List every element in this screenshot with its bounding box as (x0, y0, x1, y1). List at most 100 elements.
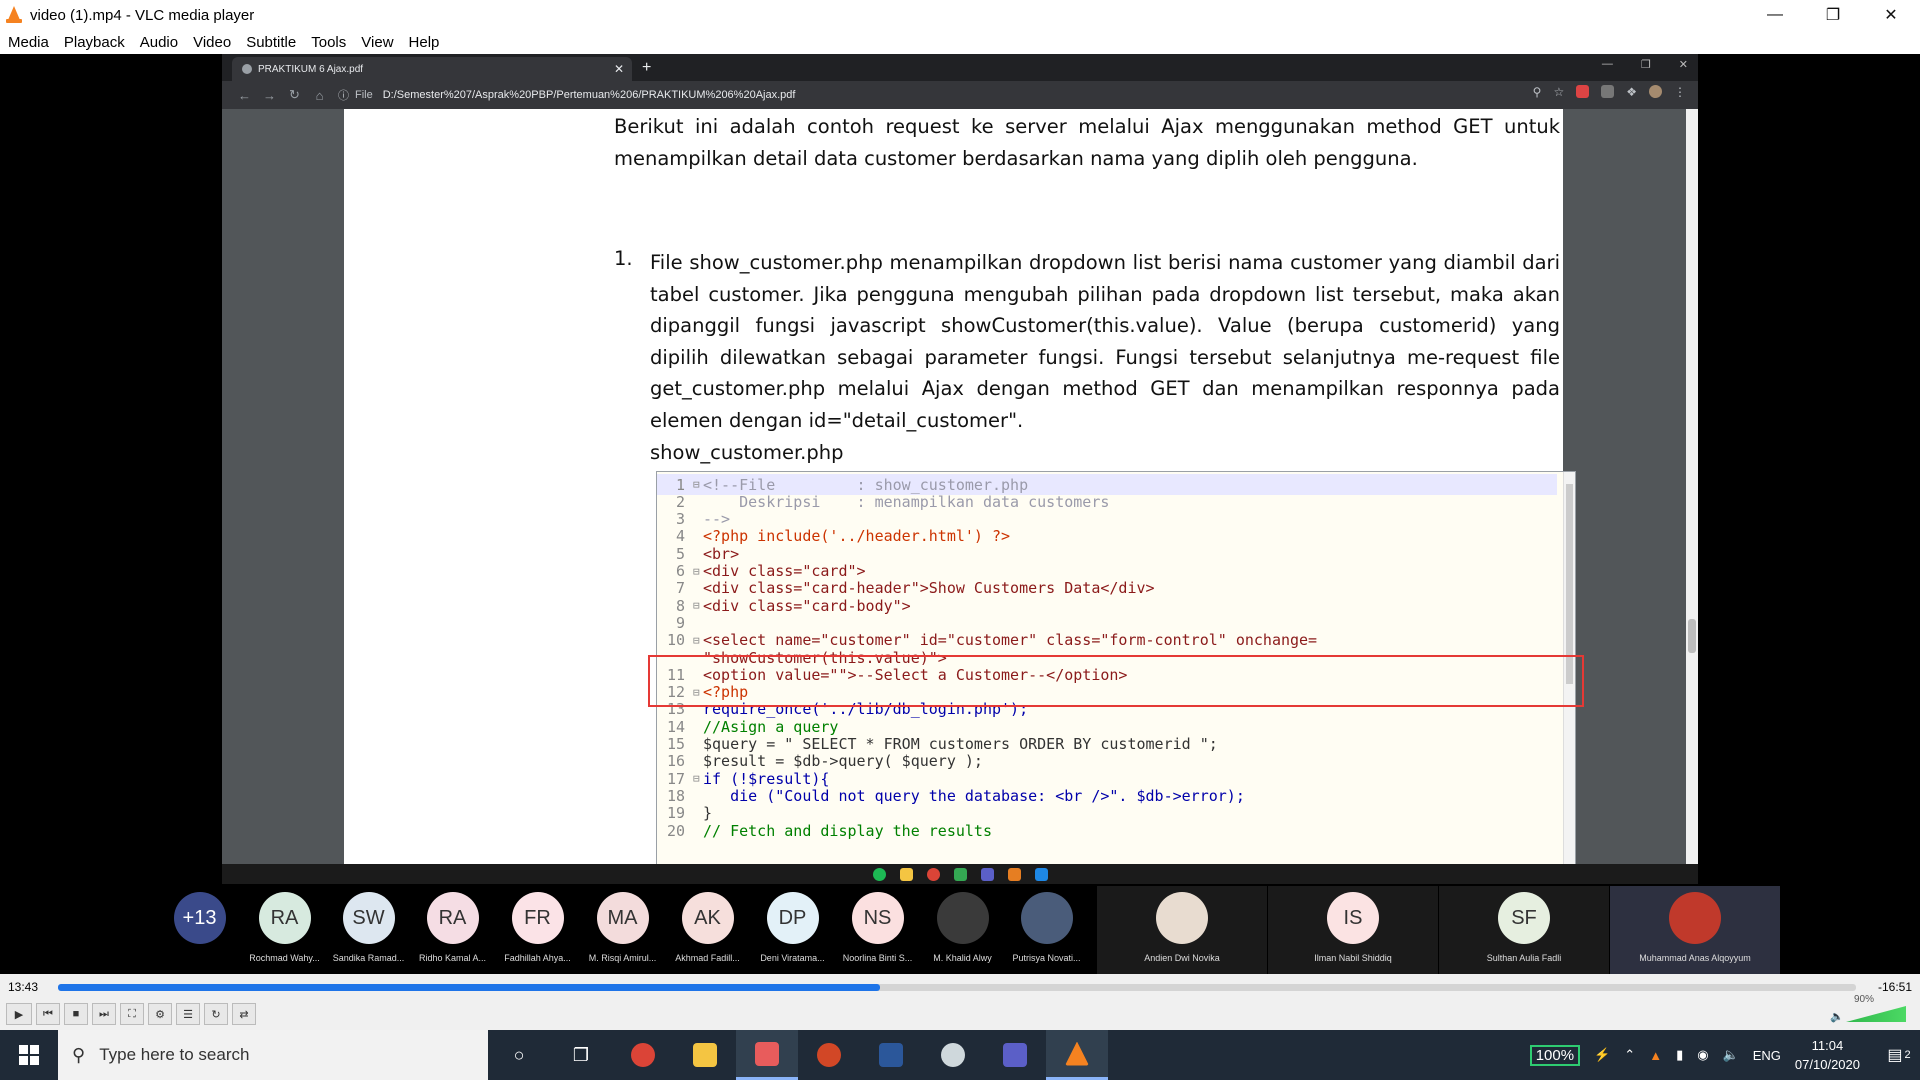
participant-tile[interactable]: RA Ridho Kamal A... (410, 886, 495, 974)
stop-button[interactable]: ■ (64, 1003, 88, 1025)
chevron-up-icon[interactable]: ⌃ (1624, 1047, 1635, 1063)
avatar (936, 892, 989, 944)
participant-name: Noorlina Binti S... (842, 953, 913, 963)
shuffle-button[interactable]: ⇄ (232, 1003, 256, 1025)
vlc-tray-icon[interactable]: ▲ (1649, 1048, 1662, 1063)
teams-taskbar-icon[interactable] (984, 1030, 1046, 1080)
video-area[interactable]: PRAKTIKUM 6 Ajax.pdf ✕ + — ❐ ✕ ← → ↻ ⌂ ⓘ… (0, 54, 1920, 974)
word-icon[interactable] (860, 1030, 922, 1080)
notification-count: 2 (1904, 1049, 1911, 1061)
participant-tile[interactable]: IS Ilman Nabil Shiddiq (1268, 886, 1438, 974)
participant-tile[interactable]: Andien Dwi Novika (1097, 886, 1267, 974)
lightning-icon[interactable]: ⚡ (1594, 1047, 1610, 1063)
close-button[interactable]: ✕ (1862, 0, 1920, 30)
participant-name: Fadhillah Ahya... (504, 953, 571, 963)
search-box[interactable]: ⚲ Type here to search (58, 1030, 488, 1080)
close-icon[interactable]: ✕ (614, 62, 624, 76)
speaker-icon[interactable]: 🔈 (1830, 1010, 1844, 1023)
notification-center-icon[interactable]: ▤ 2 (1878, 1030, 1920, 1080)
network-icon[interactable]: ◉ (1697, 1047, 1708, 1063)
participant-tile[interactable]: Putrisya Novati... (1004, 886, 1089, 974)
scroll-thumb[interactable] (1688, 619, 1696, 653)
menu-view[interactable]: View (353, 34, 400, 51)
loop-button[interactable]: ↻ (204, 1003, 228, 1025)
address-url: D:/Semester%207/Asprak%20PBP/Pertemuan%2… (382, 89, 796, 101)
participant-tile[interactable]: DP Deni Viratama... (750, 886, 835, 974)
playlist-button[interactable]: ☰ (176, 1003, 200, 1025)
star-icon[interactable]: ☆ (1553, 85, 1564, 99)
extended-settings-button[interactable]: ⚙ (148, 1003, 172, 1025)
address-bar[interactable]: ⓘ File D:/Semester%207/Asprak%20PBP/Pert… (338, 87, 795, 103)
participant-tile[interactable]: RA Rochmad Wahy... (242, 886, 327, 974)
participant-tile[interactable]: FR Fadhillah Ahya... (495, 886, 580, 974)
system-tray: 100% ⚡ ⌃ ▲ ▮ ◉ 🔈 ENG 11:04 07/10/2020 ▤ 2 (1529, 1030, 1920, 1080)
fold-marker: ⊟ (693, 772, 700, 786)
participant-tile[interactable]: SW Sandika Ramad... (326, 886, 411, 974)
participant-tile[interactable]: AK Akhmad Fadill... (665, 886, 750, 974)
extension-icon[interactable] (1601, 85, 1615, 98)
profile-avatar[interactable] (1649, 85, 1662, 98)
seek-progress (58, 984, 880, 991)
window-title: video (1).mp4 - VLC media player (30, 6, 255, 24)
close-icon[interactable]: ✕ (1679, 58, 1688, 71)
elapsed-time: 13:43 (8, 980, 39, 994)
zoom-indicator[interactable]: 100% (1529, 1044, 1581, 1066)
previous-button[interactable]: ⏮ (36, 1003, 60, 1025)
participant-tile[interactable]: MA M. Risqi Amirul... (580, 886, 665, 974)
task-view-icon[interactable]: ❐ (550, 1030, 612, 1080)
chrome-taskbar-icon[interactable] (612, 1030, 674, 1080)
volume-control[interactable]: 90% 🔈 (1830, 994, 1910, 1024)
seek-bar[interactable] (58, 984, 1856, 991)
minimize-button[interactable]: — (1746, 0, 1804, 30)
zoom-icon[interactable]: ⚲ (1533, 85, 1542, 99)
pdf-scrollbar[interactable] (1686, 109, 1698, 864)
volume-slider[interactable] (1846, 1006, 1906, 1022)
restore-icon[interactable]: ❐ (1641, 58, 1651, 71)
meeting-app-icon[interactable] (736, 1030, 798, 1080)
fold-marker: ⊟ (693, 633, 700, 647)
participant-tile[interactable]: NS Noorlina Binti S... (835, 886, 920, 974)
restore-button[interactable]: ❐ (1804, 0, 1862, 30)
title-bar: video (1).mp4 - VLC media player — ❐ ✕ (0, 0, 1920, 30)
menu-help[interactable]: Help (401, 34, 447, 51)
menu-audio[interactable]: Audio (132, 34, 185, 51)
file-explorer-icon[interactable] (674, 1030, 736, 1080)
extension-icon[interactable] (1576, 85, 1590, 98)
vlc-taskbar-icon[interactable] (1046, 1030, 1108, 1080)
app-icon[interactable] (922, 1030, 984, 1080)
play-button[interactable]: ▶ (6, 1003, 32, 1025)
home-icon[interactable]: ⌂ (307, 88, 332, 103)
next-button[interactable]: ⏭ (92, 1003, 116, 1025)
back-icon[interactable]: ← (232, 88, 257, 103)
start-button[interactable] (0, 1030, 58, 1080)
participant-tile[interactable]: SF Sulthan Aulia Fadli (1439, 886, 1609, 974)
intro-paragraph: Berikut ini adalah contoh request ke ser… (614, 115, 1560, 170)
participant-tile[interactable]: Muhammad Anas Alqoyyum (1610, 886, 1780, 974)
menu-media[interactable]: Media (0, 34, 56, 51)
menu-subtitle[interactable]: Subtitle (238, 34, 303, 51)
browser-toolbar: ← → ↻ ⌂ ⓘ File D:/Semester%207/Asprak%20… (222, 81, 1698, 109)
battery-icon[interactable]: ▮ (1676, 1047, 1683, 1063)
minimize-icon[interactable]: — (1602, 58, 1613, 71)
avatar: RA (258, 892, 311, 944)
forward-icon[interactable]: → (257, 88, 282, 103)
menu-playback[interactable]: Playback (56, 34, 132, 51)
clock[interactable]: 11:04 07/10/2020 (1795, 1036, 1860, 1074)
menu-video[interactable]: Video (185, 34, 238, 51)
volume-label: 90% (1853, 994, 1874, 1005)
fullscreen-button[interactable]: ⛶ (120, 1003, 144, 1025)
avatar: +13 (173, 892, 226, 944)
reload-icon[interactable]: ↻ (282, 87, 307, 103)
menu-tools[interactable]: Tools (303, 34, 353, 51)
browser-tab[interactable]: PRAKTIKUM 6 Ajax.pdf ✕ (232, 57, 632, 81)
new-tab-icon[interactable]: + (642, 59, 651, 77)
kebab-menu-icon[interactable]: ⋮ (1674, 85, 1686, 99)
puzzle-icon[interactable]: ❖ (1626, 85, 1637, 99)
participant-tile[interactable]: M. Khalid Alwy (920, 886, 1005, 974)
cortana-icon[interactable]: ○ (488, 1030, 550, 1080)
volume-icon[interactable]: 🔈 (1723, 1047, 1739, 1063)
pdf-viewer[interactable]: Berikut ini adalah contoh request ke ser… (222, 109, 1698, 865)
powerpoint-icon[interactable] (798, 1030, 860, 1080)
participant-tile[interactable]: +13 (157, 886, 242, 974)
language-indicator[interactable]: ENG (1753, 1048, 1781, 1063)
